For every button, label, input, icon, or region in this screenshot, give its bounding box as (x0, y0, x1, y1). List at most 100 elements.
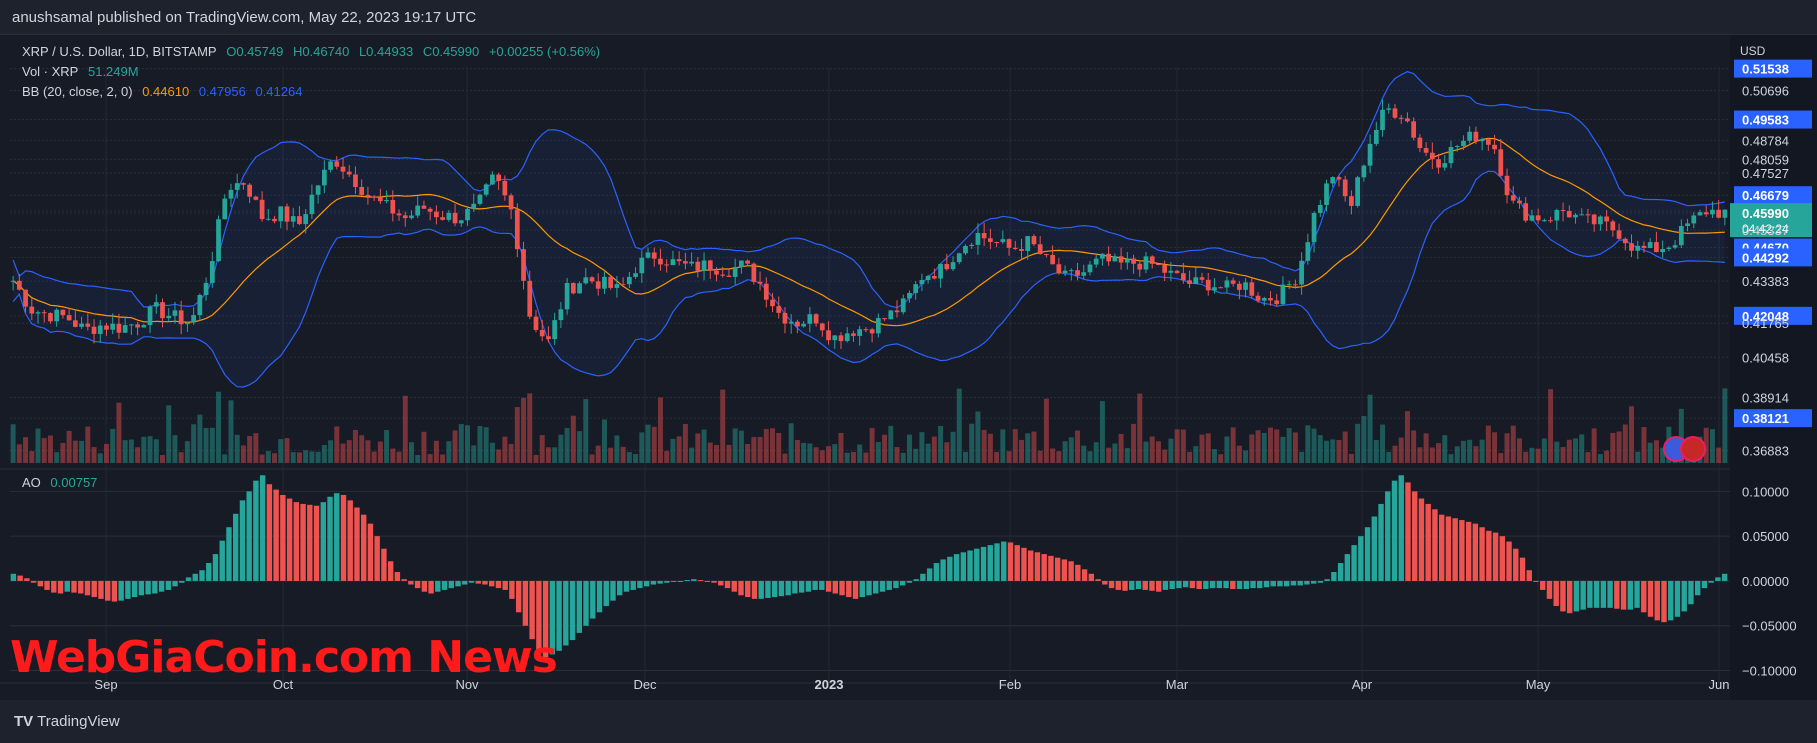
volume-bar (763, 429, 769, 463)
volume-bar (676, 436, 682, 463)
candle-body (1299, 260, 1304, 285)
candle-body (1654, 242, 1659, 253)
candle-body (1137, 263, 1143, 270)
volume-bar (191, 424, 197, 463)
ao-bar (259, 475, 266, 581)
volume-bar (1230, 427, 1236, 463)
ao-bar (1688, 580, 1694, 605)
ao-bar (1257, 580, 1263, 589)
candle-body (931, 275, 937, 279)
bb-fill (13, 71, 1725, 387)
ao-bar (1661, 580, 1667, 623)
candle-body (726, 275, 732, 277)
candle-body (396, 213, 402, 216)
ao-bar (926, 568, 933, 581)
volume-bar (1305, 425, 1311, 463)
volume-bar (1367, 394, 1373, 463)
candle-body (919, 279, 925, 285)
candle-body (1492, 144, 1497, 150)
volume-bar (664, 450, 670, 463)
candle-body (1579, 214, 1585, 216)
symbol-name[interactable]: XRP / U.S. Dollar, 1D, BITSTAMP (22, 44, 217, 59)
volume-bar (303, 450, 309, 463)
ao-bar (718, 580, 724, 586)
candle-body (222, 198, 228, 220)
price-tick-label: 0.41765 (1742, 316, 1789, 331)
candle-body (1255, 295, 1261, 301)
ao-bar (563, 580, 569, 646)
ao-bar (603, 580, 609, 607)
volume-bar (1168, 438, 1174, 463)
candle-body (1093, 258, 1099, 265)
candle-body (1280, 284, 1286, 305)
candle-body (346, 171, 352, 175)
volume-bar (222, 454, 228, 463)
ao-bar (71, 580, 77, 593)
candle-body (807, 314, 813, 324)
ao-bar (1216, 580, 1223, 589)
candle-body (651, 252, 657, 259)
volume-bar (1118, 433, 1124, 463)
candle-body (1386, 108, 1392, 110)
volume-bar (1398, 437, 1404, 463)
ao-bar (233, 513, 239, 581)
price-tick-label: 0.47527 (1742, 166, 1789, 181)
candle-body (1504, 175, 1510, 196)
ao-bar (347, 500, 353, 581)
ao-bar (758, 580, 764, 599)
candle-body (1367, 143, 1373, 166)
candle-body (29, 306, 35, 314)
ao-bar (1479, 527, 1485, 581)
ao-bar (1182, 580, 1189, 588)
volume-bar (1554, 441, 1560, 463)
ao-bar (556, 580, 562, 651)
ao-bar (414, 580, 421, 589)
volume-bar (657, 397, 663, 463)
volume-bar (371, 451, 377, 463)
volume-bar (240, 445, 246, 463)
ao-bar (448, 580, 454, 589)
ao-bar (246, 491, 252, 581)
candle-body (639, 257, 645, 274)
candle-body (1106, 253, 1112, 262)
price-tick-label: 0.44292 (1742, 250, 1789, 265)
volume-value: 51.249M (87, 64, 139, 79)
candle-body (1168, 270, 1174, 273)
volume-bar (390, 448, 396, 463)
volume-bar (1292, 432, 1298, 463)
candle-body (1417, 137, 1423, 149)
volume-bar (1560, 447, 1566, 463)
volume-bar (850, 451, 856, 463)
volume-bar (1056, 451, 1062, 463)
volume-bar (452, 430, 458, 463)
volume-bar (278, 439, 284, 463)
ao-bar (792, 580, 798, 594)
candle-body (1585, 214, 1591, 216)
volume-bar (894, 447, 900, 463)
ao-label[interactable]: AO (22, 475, 41, 490)
bb-label[interactable]: BB (20, close, 2, 0) (22, 84, 133, 99)
us-flag-icon[interactable] (1680, 436, 1706, 462)
ao-bar (1358, 536, 1364, 581)
volume-bar (807, 443, 813, 463)
volume-bar (1112, 443, 1118, 463)
volume-bar (1380, 424, 1386, 463)
volume-bar (701, 429, 707, 463)
chart-frame[interactable]: USD 0.51538 0.50696 0.49583 0.48784 0.48059 0.… (0, 34, 1817, 701)
volume-label[interactable]: Vol · XRP (22, 64, 78, 79)
candle-body (60, 309, 66, 316)
volume-bar (875, 442, 881, 463)
ao-bar (1088, 573, 1095, 581)
price-tick-label: 0.38914 (1742, 391, 1789, 406)
ao-tick-label: −0.05000 (1742, 619, 1797, 634)
volume-bar (1019, 439, 1024, 463)
price-chart[interactable]: USD0.515380.506960.495830.487840.480590.… (0, 35, 1817, 701)
ao-histogram (10, 475, 1728, 658)
ao-bar (293, 502, 300, 581)
volume-bar (1467, 439, 1473, 463)
volume-bar (1460, 440, 1466, 463)
tradingview-logo[interactable]: TV TradingView (14, 713, 120, 730)
volume-bar (1037, 450, 1043, 463)
currency-label: USD (1740, 44, 1766, 58)
ao-bar (1344, 554, 1351, 581)
